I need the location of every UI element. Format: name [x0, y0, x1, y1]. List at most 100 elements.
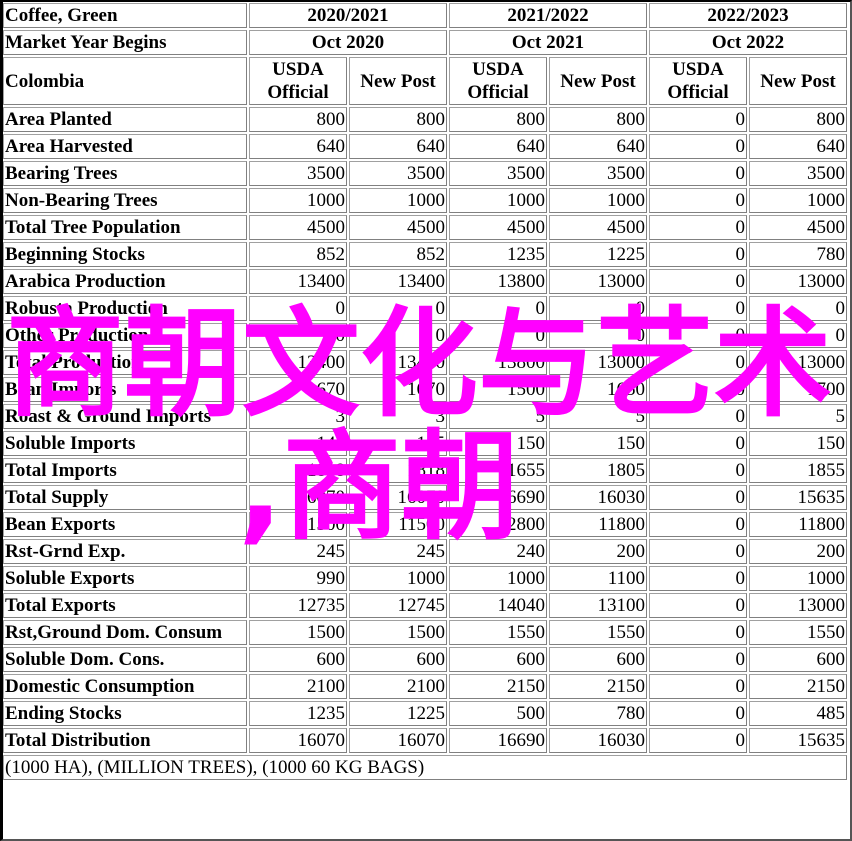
data-cell: 1500: [449, 377, 547, 402]
data-cell: 0: [649, 701, 747, 726]
data-cell: 16070: [349, 485, 447, 510]
data-cell: 13800: [449, 269, 547, 294]
data-cell: 600: [749, 647, 847, 672]
column-header: USDA Official: [249, 57, 347, 105]
data-cell: 1550: [449, 620, 547, 645]
table-row: Rst,Ground Dom. Consum 1500 1500 1550 1550 0 1…: [3, 620, 847, 645]
data-cell: 15635: [749, 728, 847, 753]
row-label: Total Exports: [3, 593, 247, 618]
table-row: Soluble Imports 145 145 150 150 0 150: [3, 431, 847, 456]
table-row: Bean Imports 1670 1670 1500 1650 0 1700: [3, 377, 847, 402]
data-cell: 13000: [749, 593, 847, 618]
row-label: Roast & Ground Imports: [3, 404, 247, 429]
data-cell: 600: [449, 647, 547, 672]
data-cell: 2150: [549, 674, 647, 699]
market-year-label: Market Year Begins: [3, 30, 247, 55]
data-cell: 1235: [449, 242, 547, 267]
header-row-columns: Colombia USDA Official New Post USDA Offic…: [3, 57, 847, 105]
column-header: USDA Official: [649, 57, 747, 105]
row-label: Rst-Grnd Exp.: [3, 539, 247, 564]
data-cell: 1550: [749, 620, 847, 645]
data-cell: 0: [749, 323, 847, 348]
table-row: Bean Exports 11500 11500 12800 11800 0 11800: [3, 512, 847, 537]
row-label: Bean Exports: [3, 512, 247, 537]
data-cell: 0: [649, 350, 747, 375]
data-cell: 3500: [749, 161, 847, 186]
table-row: Bearing Trees 3500 3500 3500 3500 0 3500: [3, 161, 847, 186]
data-cell: 800: [549, 107, 647, 132]
data-cell: 240: [449, 539, 547, 564]
row-label: Area Harvested: [3, 134, 247, 159]
table-row: Beginning Stocks 852 852 1235 1225 0 780: [3, 242, 847, 267]
data-cell: 3500: [249, 161, 347, 186]
row-label: Ending Stocks: [3, 701, 247, 726]
data-cell: 0: [749, 296, 847, 321]
data-cell: 1670: [249, 377, 347, 402]
data-cell: 13400: [249, 269, 347, 294]
table-row: Total Distribution 16070 16070 16690 16030 0 1…: [3, 728, 847, 753]
data-cell: 13000: [749, 269, 847, 294]
data-cell: 640: [749, 134, 847, 159]
data-cell: 0: [649, 215, 747, 240]
data-cell: 852: [349, 242, 447, 267]
data-cell: 3500: [549, 161, 647, 186]
data-cell: 0: [649, 674, 747, 699]
data-cell: 800: [749, 107, 847, 132]
table-row: Roast & Ground Imports 3 3 5 5 0 5: [3, 404, 847, 429]
data-cell: 0: [649, 485, 747, 510]
data-cell: 15635: [749, 485, 847, 510]
year-header: 2022/2023: [649, 3, 847, 28]
row-label: Soluble Dom. Cons.: [3, 647, 247, 672]
data-cell: 14040: [449, 593, 547, 618]
data-cell: 600: [249, 647, 347, 672]
column-header: USDA Official: [449, 57, 547, 105]
row-label: Area Planted: [3, 107, 247, 132]
data-cell: 1670: [349, 377, 447, 402]
psd-table: Coffee, Green 2020/2021 2021/2022 2022/2…: [1, 1, 849, 782]
data-cell: 200: [549, 539, 647, 564]
data-cell: 5: [449, 404, 547, 429]
data-cell: 16070: [249, 728, 347, 753]
data-cell: 0: [649, 296, 747, 321]
row-label: Beginning Stocks: [3, 242, 247, 267]
data-cell: 1500: [249, 620, 347, 645]
data-cell: 0: [449, 323, 547, 348]
data-cell: 16070: [349, 728, 447, 753]
table-row: Total Tree Population 4500 4500 4500 4500 0 45…: [3, 215, 847, 240]
data-cell: 1100: [549, 566, 647, 591]
data-cell: 2100: [349, 674, 447, 699]
table-row: Other Production 0 0 0 0 0 0: [3, 323, 847, 348]
data-cell: 13400: [349, 269, 447, 294]
data-cell: 0: [649, 620, 747, 645]
row-label: Rst,Ground Dom. Consum: [3, 620, 247, 645]
row-label: Other Production: [3, 323, 247, 348]
data-cell: 0: [649, 458, 747, 483]
data-cell: 0: [649, 269, 747, 294]
table-row: Domestic Consumption 2100 2100 2150 2150 0 215…: [3, 674, 847, 699]
row-label: Total Distribution: [3, 728, 247, 753]
market-year-begins: Oct 2020: [249, 30, 447, 55]
data-cell: 1000: [749, 566, 847, 591]
column-header: New Post: [749, 57, 847, 105]
market-year-begins: Oct 2022: [649, 30, 847, 55]
data-cell: 640: [549, 134, 647, 159]
row-label: Non-Bearing Trees: [3, 188, 247, 213]
data-cell: 0: [649, 323, 747, 348]
table-row: Total Production 13400 13400 13800 13000 0 130…: [3, 350, 847, 375]
data-cell: 1000: [449, 188, 547, 213]
row-label: Total Imports: [3, 458, 247, 483]
table-row: Non-Bearing Trees 1000 1000 1000 1000 0 1000: [3, 188, 847, 213]
data-cell: 0: [649, 161, 747, 186]
data-cell: 11800: [749, 512, 847, 537]
data-cell: 150: [549, 431, 647, 456]
data-cell: 600: [549, 647, 647, 672]
data-cell: 245: [349, 539, 447, 564]
data-cell: 0: [649, 107, 747, 132]
table-row: Ending Stocks 1235 1225 500 780 0 485: [3, 701, 847, 726]
data-cell: 3: [249, 404, 347, 429]
data-cell: 13000: [549, 350, 647, 375]
table-row: Area Planted 800 800 800 800 0 800: [3, 107, 847, 132]
data-cell: 4500: [449, 215, 547, 240]
data-cell: 13100: [549, 593, 647, 618]
data-cell: 1000: [249, 188, 347, 213]
